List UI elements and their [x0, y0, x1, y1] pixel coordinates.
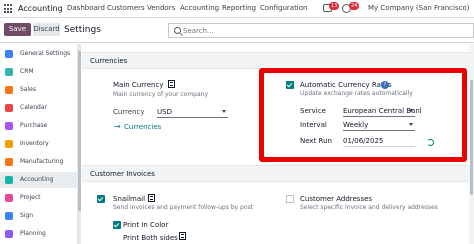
- sidebar-item-label: Calendar: [20, 104, 47, 111]
- search-icon: [174, 27, 181, 34]
- manufacturing-icon: [5, 158, 13, 166]
- settings-sidebar: General Settings CRM Sales Calendar Purc…: [0, 44, 78, 244]
- chat-badge: 13: [329, 2, 340, 10]
- sidebar-item-label: Accounting: [20, 176, 54, 183]
- currencies-section: Currencies: [82, 52, 474, 69]
- snailmail-description: Send invoices and payment follow-ups by …: [113, 204, 253, 211]
- currencies-link[interactable]: Currencies: [124, 123, 161, 131]
- inventory-icon: [5, 140, 13, 148]
- sidebar-item-inventory[interactable]: Inventory: [0, 136, 78, 152]
- sidebar-item-purchase[interactable]: Purchase: [0, 118, 78, 134]
- menu-accounting[interactable]: Accounting: [180, 4, 219, 12]
- print-both-sides-label: Print Both sides: [123, 234, 178, 242]
- sidebar-item-label: General Settings: [20, 50, 71, 57]
- sidebar-item-sales[interactable]: Sales: [0, 82, 78, 98]
- discard-button[interactable]: Discard: [33, 23, 60, 36]
- main-currency-description: Main currency of your company: [113, 91, 209, 98]
- sidebar-item-project[interactable]: Project: [0, 190, 78, 206]
- content-scroll-thumb[interactable]: [470, 80, 473, 195]
- accounting-icon: [5, 176, 13, 184]
- control-panel: Save Discard Settings: [0, 19, 474, 43]
- purchase-icon: [5, 122, 13, 130]
- customer-addresses-description: Select specific invoice and delivery add…: [300, 204, 438, 211]
- crm-icon: [5, 68, 13, 76]
- print-in-color-checkbox[interactable]: [113, 221, 121, 229]
- currencies-section-title: Currencies: [90, 57, 128, 65]
- calendar-icon: [5, 104, 13, 112]
- menu-dashboard[interactable]: Dashboard: [67, 4, 105, 12]
- search-input[interactable]: [183, 26, 463, 36]
- sales-icon: [5, 86, 13, 94]
- sidebar-item-label: Manufacturing: [20, 158, 64, 165]
- sidebar-item-crm[interactable]: CRM: [0, 64, 78, 80]
- activity-badge: 24: [349, 2, 360, 10]
- save-button[interactable]: Save: [4, 23, 31, 36]
- chevron-down-icon: [222, 110, 226, 113]
- top-navbar: Accounting Dashboard Customers Vendors A…: [0, 0, 474, 18]
- company-icon: [168, 80, 175, 88]
- customer-addresses-title: Customer Addresses: [300, 195, 373, 203]
- company-switcher[interactable]: My Company (San Francisco): [368, 4, 469, 12]
- customer-invoices-section-title: Customer Invoices: [90, 170, 155, 178]
- sidebar-item-label: Sales: [20, 86, 36, 93]
- apps-icon[interactable]: [4, 4, 14, 14]
- menu-reporting[interactable]: Reporting: [222, 4, 256, 12]
- general-settings-icon: [5, 50, 13, 58]
- menu-customers[interactable]: Customers: [107, 4, 145, 12]
- company-icon: [179, 232, 186, 240]
- sidebar-item-label: Project: [20, 194, 41, 201]
- currency-label: Currency: [113, 108, 145, 116]
- app-title[interactable]: Accounting: [18, 4, 63, 13]
- sidebar-item-accounting[interactable]: Accounting: [0, 172, 78, 188]
- menu-vendors[interactable]: Vendors: [147, 4, 175, 12]
- sidebar-scrollbar[interactable]: [78, 44, 81, 244]
- sign-icon: [5, 212, 13, 220]
- project-icon: [5, 194, 13, 202]
- search-box[interactable]: [168, 23, 474, 38]
- arrow-right-icon: →: [114, 122, 121, 131]
- content-scrollbar[interactable]: [469, 44, 474, 244]
- print-in-color-label: Print In Color: [123, 221, 169, 229]
- sidebar-item-manufacturing[interactable]: Manufacturing: [0, 154, 78, 170]
- customer-addresses-checkbox[interactable]: [286, 195, 294, 203]
- highlight-box: [259, 68, 467, 162]
- sidebar-scroll-thumb[interactable]: [78, 51, 81, 211]
- sidebar-item-label: Planning: [20, 230, 46, 237]
- sidebar-item-general-settings[interactable]: General Settings: [0, 46, 78, 62]
- sidebar-item-label: CRM: [20, 68, 34, 75]
- snailmail-title: Snailmail: [113, 195, 146, 203]
- page-title: Settings: [64, 25, 101, 35]
- sidebar-item-label: Purchase: [20, 122, 48, 129]
- sidebar-item-sign[interactable]: Sign: [0, 208, 78, 224]
- snailmail-checkbox[interactable]: [97, 195, 105, 203]
- menu-configuration[interactable]: Configuration: [260, 4, 307, 12]
- currency-value: USD: [157, 108, 172, 116]
- planning-icon: [5, 230, 13, 238]
- sidebar-item-label: Sign: [20, 212, 34, 219]
- customer-invoices-section: Customer Invoices: [82, 165, 474, 182]
- sidebar-item-calendar[interactable]: Calendar: [0, 100, 78, 116]
- main-currency-title: Main Currency: [113, 81, 164, 89]
- sidebar-item-label: Inventory: [20, 140, 49, 147]
- company-icon: [148, 194, 155, 202]
- sidebar-item-planning[interactable]: Planning: [0, 226, 78, 242]
- currency-select[interactable]: USD: [157, 107, 228, 118]
